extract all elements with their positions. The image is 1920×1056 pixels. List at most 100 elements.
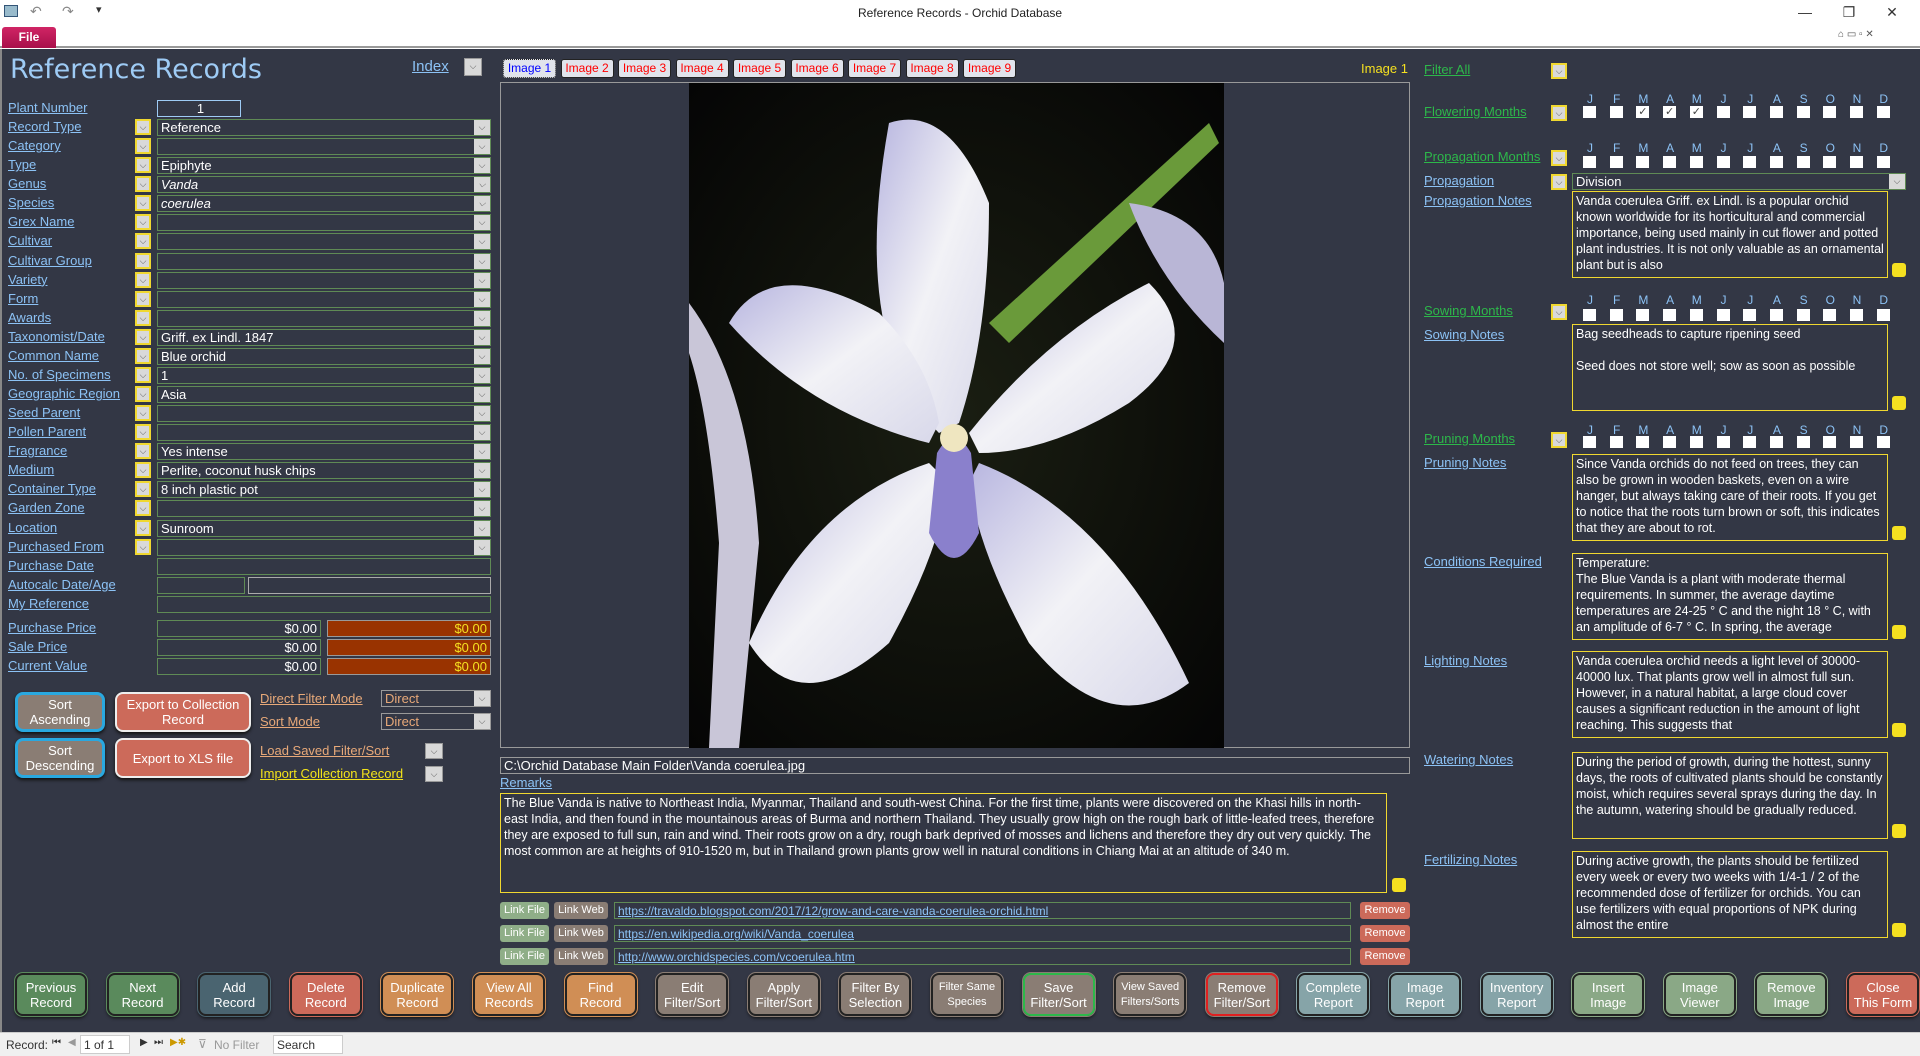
container-type-combo[interactable]: 8 inch plastic pot ⌵: [157, 481, 491, 499]
index-dropdown[interactable]: ⌵: [464, 58, 482, 76]
propagation-checkbox[interactable]: [1609, 156, 1623, 168]
plant-number-field[interactable]: 1: [157, 100, 241, 117]
chevron-down-icon[interactable]: ⌵: [474, 714, 490, 729]
flowering-checkbox[interactable]: [1823, 106, 1837, 118]
file-tab[interactable]: File: [2, 27, 56, 48]
direct-filter-mode-select[interactable]: Direct ⌵: [381, 690, 491, 707]
taxonomist-date-filter-dropdown[interactable]: ⌵: [135, 328, 151, 345]
tab-image-4[interactable]: Image 4: [675, 59, 729, 78]
pruning-checkbox[interactable]: [1743, 436, 1757, 448]
lighting-notes-zoom-button[interactable]: [1892, 723, 1906, 737]
filter-all-link[interactable]: Filter All: [1424, 62, 1470, 77]
save-filter-sort-button[interactable]: Save Filter/Sort: [1021, 972, 1096, 1017]
chevron-down-icon[interactable]: ⌵: [474, 120, 490, 136]
flowering-checkbox[interactable]: [1796, 106, 1810, 118]
next-record-icon[interactable]: ▶: [140, 1037, 148, 1048]
species-label[interactable]: Species: [8, 195, 54, 210]
flowering-checkbox[interactable]: [1876, 106, 1890, 118]
pollen-parent-combo[interactable]: ⌵: [157, 424, 491, 442]
purchase-price-label[interactable]: Purchase Price: [8, 620, 96, 635]
sort-mode-select[interactable]: Direct ⌵: [381, 713, 491, 730]
no-of-specimens-label[interactable]: No. of Specimens: [8, 367, 111, 382]
sowing-notes-textbox[interactable]: Bag seedheads to capture ripening seed Se…: [1572, 324, 1888, 411]
awards-combo[interactable]: ⌵: [157, 309, 491, 327]
link-web-button[interactable]: Link Web: [554, 902, 608, 919]
tab-image-9[interactable]: Image 9: [963, 59, 1016, 78]
category-label[interactable]: Category: [8, 138, 61, 153]
remove-image-button[interactable]: Remove Image: [1754, 972, 1829, 1017]
link-file-button[interactable]: Link File: [500, 902, 549, 919]
geographic-region-label[interactable]: Geographic Region: [8, 386, 120, 401]
pollen-parent-filter-dropdown[interactable]: ⌵: [135, 424, 151, 441]
tab-image-7[interactable]: Image 7: [848, 59, 901, 78]
propagation-label[interactable]: Propagation: [1424, 173, 1494, 188]
my-reference-field[interactable]: [157, 595, 491, 613]
flowering-checkbox[interactable]: [1769, 106, 1783, 118]
sort-descending-button[interactable]: Sort Descending: [15, 738, 105, 778]
container-type-label[interactable]: Container Type: [8, 481, 96, 496]
cultivar-filter-dropdown[interactable]: ⌵: [135, 233, 151, 250]
sowing-checkbox[interactable]: [1609, 309, 1623, 321]
sowing-months-dropdown[interactable]: ⌵: [1551, 304, 1567, 320]
filter-by-selection-button[interactable]: Filter By Selection: [838, 972, 913, 1017]
chevron-down-icon[interactable]: ⌵: [474, 539, 490, 555]
chevron-down-icon[interactable]: ⌵: [474, 215, 490, 231]
flowering-months-label[interactable]: Flowering Months: [1424, 104, 1527, 119]
flowering-checkbox[interactable]: [1850, 106, 1863, 118]
filter-all-dropdown[interactable]: ⌵: [1551, 63, 1567, 79]
type-label[interactable]: Type: [8, 157, 36, 172]
form-combo[interactable]: ⌵: [157, 290, 491, 308]
sowing-checkbox[interactable]: [1850, 309, 1863, 321]
seed-parent-label[interactable]: Seed Parent: [8, 405, 80, 420]
remove-link-button[interactable]: Remove: [1360, 902, 1410, 919]
flowering-checkbox[interactable]: ✓: [1689, 106, 1703, 118]
complete-report-button[interactable]: Complete Report: [1296, 972, 1371, 1017]
image-path-field[interactable]: C:\Orchid Database Main Folder\Vanda coe…: [500, 757, 1410, 774]
tab-image-8[interactable]: Image 8: [905, 59, 959, 78]
tab-image-1[interactable]: Image 1: [503, 59, 556, 78]
sowing-checkbox[interactable]: [1689, 309, 1703, 321]
propagation-checkbox[interactable]: [1716, 156, 1730, 168]
flowering-checkbox[interactable]: [1716, 106, 1730, 118]
category-filter-dropdown[interactable]: ⌵: [135, 138, 151, 155]
purchase-date-field[interactable]: [157, 557, 491, 575]
cultivar-combo[interactable]: ⌵: [157, 233, 491, 251]
fragrance-label[interactable]: Fragrance: [8, 443, 67, 458]
pruning-checkbox[interactable]: [1583, 436, 1596, 448]
sowing-checkbox[interactable]: [1823, 309, 1837, 321]
propagation-months-dropdown[interactable]: ⌵: [1551, 150, 1567, 166]
common-name-filter-dropdown[interactable]: ⌵: [135, 347, 151, 364]
medium-label[interactable]: Medium: [8, 462, 54, 477]
taxonomist-date-label[interactable]: Taxonomist/Date: [8, 329, 105, 344]
fragrance-filter-dropdown[interactable]: ⌵: [135, 443, 151, 460]
purchase-price-field[interactable]: $0.00: [157, 620, 321, 637]
sowing-checkbox[interactable]: [1663, 309, 1677, 321]
plant-number-label[interactable]: Plant Number: [8, 100, 87, 115]
remarks-zoom-button[interactable]: [1392, 878, 1406, 892]
type-combo[interactable]: Epiphyte ⌵: [157, 157, 491, 175]
cultivar-group-filter-dropdown[interactable]: ⌵: [135, 252, 151, 269]
link-web-button[interactable]: Link Web: [554, 948, 608, 965]
tab-image-3[interactable]: Image 3: [618, 59, 671, 78]
propagation-months-label[interactable]: Propagation Months: [1424, 149, 1540, 164]
propagation-checkbox[interactable]: [1823, 156, 1837, 168]
sort-ascending-button[interactable]: Sort Ascending: [15, 692, 105, 732]
no-of-specimens-filter-dropdown[interactable]: ⌵: [135, 366, 151, 383]
record-type-filter-dropdown[interactable]: ⌵: [135, 119, 151, 136]
export-to-collection-button[interactable]: Export to Collection Record: [115, 692, 251, 732]
pruning-checkbox[interactable]: [1823, 436, 1837, 448]
pruning-checkbox[interactable]: [1850, 436, 1863, 448]
chevron-down-icon[interactable]: ⌵: [474, 406, 490, 422]
sowing-checkbox[interactable]: [1876, 309, 1890, 321]
garden-zone-filter-dropdown[interactable]: ⌵: [135, 500, 151, 517]
edit-filter-sort-button[interactable]: Edit Filter/Sort: [655, 972, 730, 1017]
pruning-months-dropdown[interactable]: ⌵: [1551, 432, 1567, 448]
flowering-months-dropdown[interactable]: ⌵: [1551, 105, 1567, 121]
propagation-filter-dropdown[interactable]: ⌵: [1551, 174, 1567, 190]
remove-link-button[interactable]: Remove: [1360, 948, 1410, 965]
propagation-checkbox[interactable]: [1663, 156, 1677, 168]
pruning-checkbox[interactable]: [1716, 436, 1730, 448]
awards-label[interactable]: Awards: [8, 310, 51, 325]
image-report-button[interactable]: Image Report: [1388, 972, 1462, 1017]
propagation-checkbox[interactable]: [1636, 156, 1650, 168]
